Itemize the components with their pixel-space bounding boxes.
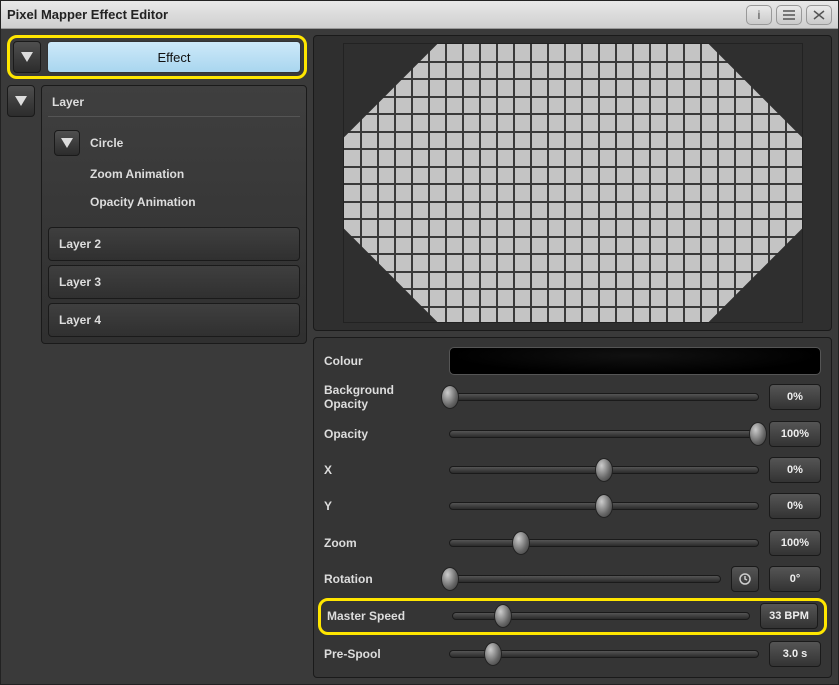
- close-button[interactable]: [806, 5, 832, 25]
- param-y: Y 0%: [324, 491, 821, 521]
- x-slider[interactable]: [449, 466, 759, 474]
- animation-zoom[interactable]: Zoom Animation: [54, 161, 300, 187]
- param-rotation-label: Rotation: [324, 572, 439, 586]
- zoom-thumb[interactable]: [512, 531, 530, 555]
- param-x-label: X: [324, 463, 439, 477]
- element-label: Circle: [90, 136, 123, 150]
- param-rotation: Rotation 0°: [324, 564, 821, 594]
- opacity-slider[interactable]: [449, 430, 759, 438]
- pre-spool-value[interactable]: 3.0 s: [769, 641, 821, 667]
- x-thumb[interactable]: [595, 458, 613, 482]
- layer1-subgroup: Circle Zoom Animation Opacity Animation: [54, 127, 300, 215]
- rotation-clock-button[interactable]: [731, 566, 759, 592]
- layer3-item[interactable]: Layer 3: [48, 265, 300, 299]
- params-panel: Colour Background Opacity 0% Opacity 100…: [313, 337, 832, 678]
- animation-opacity[interactable]: Opacity Animation: [54, 189, 300, 215]
- effect-button-label: Effect: [157, 50, 190, 65]
- effect-row-highlight: Effect: [7, 35, 307, 79]
- y-thumb[interactable]: [595, 494, 613, 518]
- master-speed-value[interactable]: 33 BPM: [760, 603, 818, 629]
- zoom-value[interactable]: 100%: [769, 530, 821, 556]
- menu-button[interactable]: [776, 5, 802, 25]
- param-master-speed-highlight: Master Speed 33 BPM: [318, 598, 827, 635]
- param-pre-spool: Pre-Spool 3.0 s: [324, 639, 821, 669]
- window-title: Pixel Mapper Effect Editor: [7, 7, 742, 22]
- opacity-thumb[interactable]: [749, 422, 767, 446]
- param-opacity: Opacity 100%: [324, 419, 821, 449]
- bg-opacity-value[interactable]: 0%: [769, 384, 821, 410]
- preview-grid: [343, 43, 803, 323]
- y-value[interactable]: 0%: [769, 493, 821, 519]
- rotation-value[interactable]: 0°: [769, 566, 821, 592]
- param-master-speed-label: Master Speed: [327, 609, 442, 623]
- layer2-item[interactable]: Layer 2: [48, 227, 300, 261]
- opacity-value[interactable]: 100%: [769, 421, 821, 447]
- bg-opacity-thumb[interactable]: [441, 385, 459, 409]
- param-colour: Colour: [324, 346, 821, 376]
- info-button[interactable]: i: [746, 5, 772, 25]
- zoom-slider[interactable]: [449, 539, 759, 547]
- pre-spool-thumb[interactable]: [484, 642, 502, 666]
- param-opacity-label: Opacity: [324, 427, 439, 441]
- pre-spool-slider[interactable]: [449, 650, 759, 658]
- layer4-item[interactable]: Layer 4: [48, 303, 300, 337]
- content-area: Effect Layer Circle: [1, 29, 838, 684]
- effect-button[interactable]: Effect: [47, 41, 301, 73]
- master-speed-thumb[interactable]: [494, 604, 512, 628]
- sidebar: Effect Layer Circle: [7, 35, 307, 678]
- layer1-block: Layer Circle Zoom Animation Opacity Anim…: [41, 85, 307, 344]
- titlebar: Pixel Mapper Effect Editor i: [1, 1, 838, 29]
- layer1-expand-toggle[interactable]: [7, 85, 35, 117]
- x-value[interactable]: 0%: [769, 457, 821, 483]
- element-row[interactable]: Circle: [54, 127, 300, 159]
- effect-expand-toggle[interactable]: [13, 41, 41, 73]
- rotation-slider[interactable]: [449, 575, 721, 583]
- layer1-header[interactable]: Layer: [48, 92, 300, 117]
- right-panel: Colour Background Opacity 0% Opacity 100…: [313, 35, 832, 678]
- master-speed-slider[interactable]: [452, 612, 750, 620]
- param-y-label: Y: [324, 499, 439, 513]
- app-window: Pixel Mapper Effect Editor i Effect: [0, 0, 839, 685]
- param-x: X 0%: [324, 455, 821, 485]
- rotation-thumb[interactable]: [441, 567, 459, 591]
- param-zoom: Zoom 100%: [324, 527, 821, 557]
- element-expand-toggle[interactable]: [54, 130, 80, 156]
- y-slider[interactable]: [449, 502, 759, 510]
- preview-frame: [313, 35, 832, 331]
- colour-swatch[interactable]: [449, 347, 821, 375]
- param-pre-spool-label: Pre-Spool: [324, 647, 439, 661]
- param-colour-label: Colour: [324, 354, 439, 368]
- param-bg-opacity-label: Background Opacity: [324, 383, 439, 411]
- bg-opacity-slider[interactable]: [449, 393, 759, 401]
- param-bg-opacity: Background Opacity 0%: [324, 382, 821, 412]
- param-zoom-label: Zoom: [324, 536, 439, 550]
